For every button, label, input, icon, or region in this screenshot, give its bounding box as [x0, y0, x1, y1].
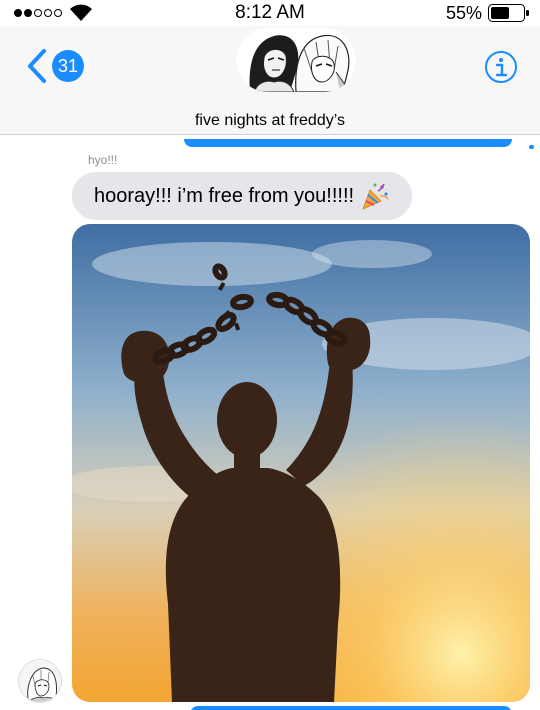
sender-avatar[interactable]: [18, 659, 62, 703]
conversation-title[interactable]: five nights at freddy’s: [0, 112, 540, 130]
message-text: hooray!!! i’m free from you!!!!!: [94, 184, 355, 207]
battery-percent: 55%: [445, 3, 482, 23]
breaking-chains-image: [72, 224, 530, 702]
sender-avatar-image: [19, 660, 61, 702]
outgoing-bubble-partial: [184, 139, 512, 147]
incoming-message-bubble[interactable]: hooray!!! i’m free from you!!!!!: [72, 172, 413, 220]
status-bar: 8:12 AM 55%: [0, 0, 540, 26]
party-popper-icon: [362, 183, 389, 210]
manga-avatar-image: [236, 28, 356, 92]
info-icon[interactable]: [484, 50, 518, 84]
messages-screen: 8:12 AM 55% 31 five nights at freddy’s h…: [0, 0, 540, 710]
outgoing-bubble-tail: [529, 145, 534, 149]
group-avatar[interactable]: [236, 28, 356, 92]
sender-name: hyo!!!: [88, 153, 118, 167]
outgoing-bubble-partial: [190, 706, 512, 710]
chevron-left-icon: [28, 49, 46, 83]
unread-count-badge: 31: [52, 50, 84, 82]
message-list[interactable]: hyo!!! hooray!!! i’m free from you!!!!!: [0, 135, 540, 710]
back-button[interactable]: 31: [26, 48, 84, 84]
message-photo[interactable]: [72, 224, 530, 702]
battery-icon: [488, 4, 529, 22]
conversation-header: 31 five nights at freddy’s: [0, 26, 540, 135]
